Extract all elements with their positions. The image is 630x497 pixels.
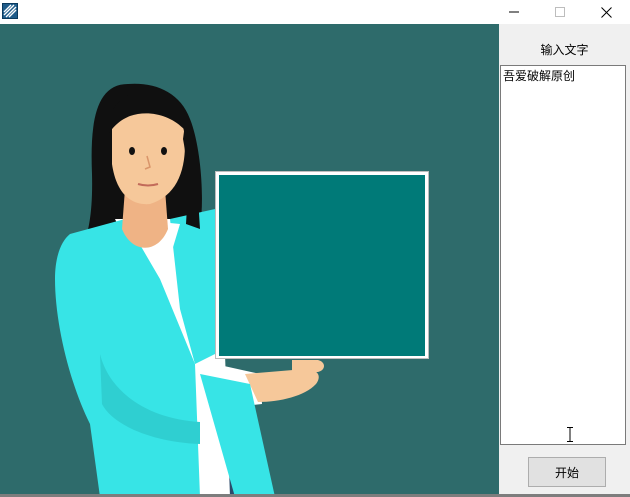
woman-holding-board-illustration bbox=[55, 83, 429, 497]
illustration-canvas bbox=[0, 24, 499, 497]
app-icon bbox=[2, 3, 18, 19]
close-button[interactable] bbox=[589, 0, 623, 24]
maximize-icon bbox=[555, 7, 565, 17]
title-bar bbox=[0, 0, 630, 24]
side-panel: 输入文字 吾爱破解原创 开始 bbox=[499, 24, 630, 497]
minimize-icon bbox=[509, 11, 519, 13]
minimize-button[interactable] bbox=[497, 0, 531, 24]
text-cursor-icon bbox=[566, 427, 574, 442]
close-icon bbox=[600, 6, 612, 18]
input-label: 输入文字 bbox=[540, 43, 589, 57]
start-button[interactable]: 开始 bbox=[528, 457, 606, 487]
text-input[interactable]: 吾爱破解原创 bbox=[500, 65, 626, 445]
maximize-button[interactable] bbox=[543, 0, 577, 24]
